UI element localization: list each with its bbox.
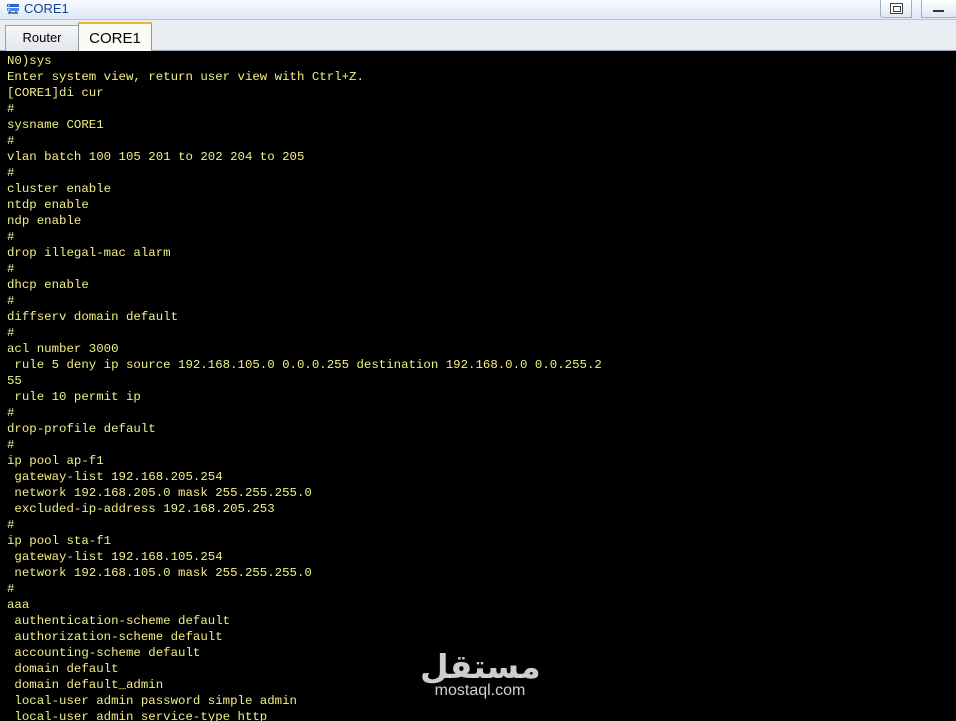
terminal-line: ip pool ap-f1	[7, 454, 104, 468]
terminal-line: #	[7, 134, 15, 148]
terminal-line: ntdp enable	[7, 198, 89, 212]
terminal-line: vlan batch 100 105 201 to 202 204 to 205	[7, 150, 305, 164]
terminal-line: excluded-ip-address 192.168.205.253	[7, 502, 275, 516]
terminal-line: Enter system view, return user view with…	[7, 70, 364, 84]
terminal-line: #	[7, 518, 15, 532]
terminal-line: local-user admin service-type http	[7, 710, 268, 721]
terminal-line: dhcp enable	[7, 278, 89, 292]
terminal-line: #	[7, 166, 15, 180]
terminal-line: cluster enable	[7, 182, 112, 196]
window-title: CORE1	[24, 1, 69, 16]
network-device-icon	[7, 4, 19, 14]
terminal-line: drop illegal-mac alarm	[7, 246, 171, 260]
terminal-line: #	[7, 438, 15, 452]
tab-router[interactable]: Router	[5, 25, 79, 51]
terminal-line: network 192.168.105.0 mask 255.255.255.0	[7, 566, 312, 580]
terminal-line: gateway-list 192.168.205.254	[7, 470, 223, 484]
terminal-line: #	[7, 406, 15, 420]
minimize-icon	[933, 10, 944, 12]
terminal-line: #	[7, 294, 15, 308]
terminal-line: acl number 3000	[7, 342, 119, 356]
terminal-line: #	[7, 262, 15, 276]
terminal-line: ndp enable	[7, 214, 82, 228]
terminal-line: 55	[7, 374, 22, 388]
terminal-line: #	[7, 582, 15, 596]
terminal-line: authentication-scheme default	[7, 614, 231, 628]
terminal-line: #	[7, 230, 15, 244]
watermark-latin-text: mostaql.com	[434, 682, 526, 699]
watermark-logo: مستقل mostaql.com	[420, 647, 541, 710]
terminal-line: drop-profile default	[7, 422, 156, 436]
terminal-line: aaa	[7, 598, 30, 612]
terminal-line: gateway-list 192.168.105.254	[7, 550, 223, 564]
title-bar: CORE1	[0, 0, 956, 20]
terminal-line: network 192.168.205.0 mask 255.255.255.0	[7, 486, 312, 500]
terminal-line: ip pool sta-f1	[7, 534, 112, 548]
terminal-line: rule 10 permit ip	[7, 390, 141, 404]
terminal-line: diffserv domain default	[7, 310, 179, 324]
terminal-line: rule 5 deny ip source 192.168.105.0 0.0.…	[7, 358, 602, 372]
terminal-line: sysname CORE1	[7, 118, 104, 132]
minimize-button[interactable]	[921, 0, 956, 18]
restore-button[interactable]	[880, 0, 912, 18]
terminal-line: [CORE1]di cur	[7, 86, 104, 100]
terminal-line: authorization-scheme default	[7, 630, 223, 644]
restore-icon	[890, 3, 903, 14]
terminal-line: N0)sys	[7, 54, 52, 68]
terminal-line: #	[7, 326, 15, 340]
terminal-output: N0)sys Enter system view, return user vie…	[0, 51, 956, 721]
watermark-arabic-text: مستقل	[420, 647, 541, 686]
terminal-line: #	[7, 102, 15, 116]
tab-bar: Router CORE1	[0, 20, 956, 53]
terminal-console[interactable]: N0)sys Enter system view, return user vie…	[0, 51, 956, 721]
tab-core1[interactable]: CORE1	[78, 22, 152, 53]
